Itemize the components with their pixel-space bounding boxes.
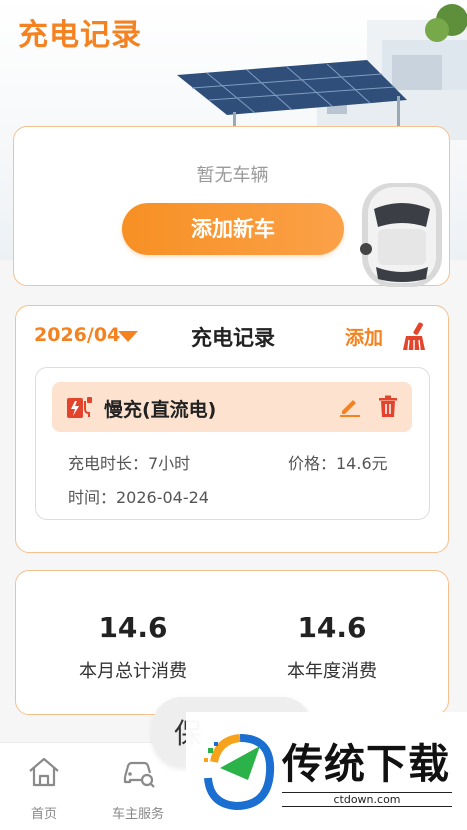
tab-car-service[interactable]: 车主服务 — [98, 753, 178, 822]
watermark-text: 传统下载 — [282, 740, 450, 788]
vehicle-card: 暂无车辆 添加新车 — [13, 126, 450, 287]
watermark-url: ctdown.com — [282, 792, 452, 807]
charge-price: 价格：14.6元 — [288, 454, 388, 473]
entry-header: 慢充(直流电) — [52, 382, 412, 432]
car-illustration — [360, 183, 442, 287]
broom-icon[interactable] — [400, 320, 432, 352]
delete-icon[interactable] — [376, 394, 400, 418]
tab-car-service-label: 车主服务 — [111, 807, 164, 822]
charging-record-entry: 慢充(直流电) 充电时长：7小时 价格：14.6元 时间：2026-04-24 — [35, 367, 430, 520]
page-title: 充电记录 — [18, 18, 142, 53]
month-total-value: 14.6 — [98, 611, 168, 644]
year-total-label: 本年度消费 — [287, 661, 377, 682]
year-total-value: 14.6 — [297, 611, 367, 644]
charge-time: 时间：2026-04-24 — [68, 488, 209, 507]
car-service-icon — [123, 761, 155, 788]
consumption-stats-card: 14.6 本月总计消费 14.6 本年度消费 — [15, 570, 449, 715]
records-title: 充电记录 — [191, 326, 275, 350]
charge-duration: 充电时长：7小时 — [68, 454, 191, 473]
watermark-overlay: 传统下载 ctdown.com — [186, 712, 467, 829]
tab-home[interactable]: 首页 — [4, 753, 84, 822]
edit-icon[interactable] — [338, 394, 362, 418]
charging-icon — [67, 397, 92, 418]
watermark-logo — [204, 734, 275, 811]
home-icon — [29, 757, 59, 787]
solar-house-illustration — [177, 4, 467, 140]
add-new-car-button[interactable]: 添加新车 — [122, 203, 344, 255]
month-total-label: 本月总计消费 — [79, 661, 187, 682]
charging-records-card: 2026/04 充电记录 添加 慢充(直流电) 充电时长：7小时 价格：14.6… — [15, 305, 449, 553]
add-record-button[interactable]: 添加 — [345, 323, 383, 350]
tab-home-label: 首页 — [30, 807, 57, 822]
charge-type: 慢充(直流电) — [104, 399, 217, 421]
